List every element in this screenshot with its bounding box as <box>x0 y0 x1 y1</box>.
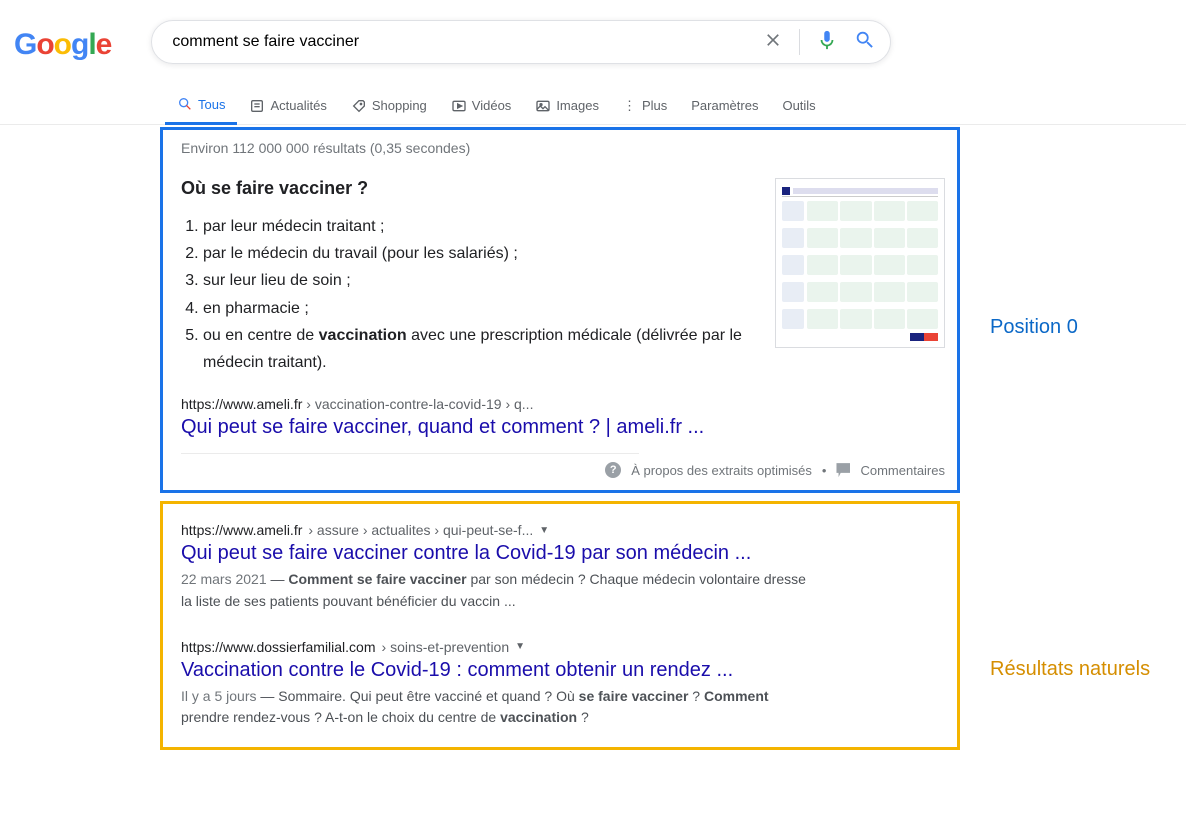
result-title[interactable]: Vaccination contre le Covid-19 : comment… <box>181 659 945 682</box>
tab-tous[interactable]: Tous <box>165 86 237 125</box>
search-box <box>151 20 891 64</box>
organic-results-box: https://www.ameli.fr › assure › actualit… <box>160 501 960 750</box>
separator <box>181 453 639 454</box>
tab-plus[interactable]: ⋮ Plus <box>611 88 679 124</box>
search-result: https://www.ameli.fr › assure › actualit… <box>181 522 945 612</box>
snippet-thumbnail[interactable] <box>775 178 945 348</box>
snippet-title: Où se faire vacciner ? <box>181 178 753 199</box>
list-item: sur leur lieu de soin ; <box>203 267 753 294</box>
google-logo[interactable]: Google <box>14 28 111 62</box>
annotation-naturals: Résultats naturels <box>990 658 1150 681</box>
tab-parametres[interactable]: Paramètres <box>679 88 770 123</box>
tab-outils[interactable]: Outils <box>770 88 827 123</box>
chevron-down-icon[interactable]: ▼ <box>515 641 525 652</box>
snippet-source-url: https://www.ameli.fr › vaccination-contr… <box>181 396 945 412</box>
divider <box>799 29 800 55</box>
more-icon: ⋮ <box>623 98 637 114</box>
result-description: Il y a 5 jours — Sommaire. Qui peut être… <box>181 686 811 729</box>
tab-videos[interactable]: Vidéos <box>439 88 524 124</box>
result-description: 22 mars 2021 — Comment se faire vacciner… <box>181 569 811 612</box>
list-item: en pharmacie ; <box>203 295 753 322</box>
result-url[interactable]: https://www.dossierfamilial.com › soins-… <box>181 639 945 655</box>
snippet-list: par leur médecin traitant ; par le médec… <box>181 213 753 376</box>
tabs-bar: Tous Actualités Shopping Vidéos Images ⋮… <box>165 86 1186 125</box>
snippet-source-title[interactable]: Qui peut se faire vacciner, quand et com… <box>181 416 945 439</box>
info-icon[interactable]: ? <box>605 462 621 478</box>
featured-snippet-box: Environ 112 000 000 résultats (0,35 seco… <box>160 127 960 493</box>
tab-label: Vidéos <box>472 98 512 113</box>
search-input[interactable] <box>172 33 763 51</box>
tab-label: Shopping <box>372 98 427 113</box>
tab-label: Tous <box>198 97 225 112</box>
tab-label: Plus <box>642 98 667 113</box>
tab-label: Paramètres <box>691 98 758 113</box>
tab-label: Actualités <box>270 98 326 113</box>
tab-actualites[interactable]: Actualités <box>237 88 338 124</box>
dot-icon: • <box>822 463 827 478</box>
result-url[interactable]: https://www.ameli.fr › assure › actualit… <box>181 522 945 538</box>
list-item: par leur médecin traitant ; <box>203 213 753 240</box>
tab-label: Images <box>556 98 599 113</box>
search-icon[interactable] <box>854 29 876 56</box>
about-snippets-link[interactable]: À propos des extraits optimisés <box>631 463 812 478</box>
chevron-down-icon[interactable]: ▼ <box>539 525 549 536</box>
mic-icon[interactable] <box>816 29 838 56</box>
tab-images[interactable]: Images <box>523 88 611 124</box>
comments-link[interactable]: Commentaires <box>860 463 945 478</box>
clear-icon[interactable] <box>763 30 783 55</box>
tab-shopping[interactable]: Shopping <box>339 88 439 124</box>
comment-icon <box>836 463 850 477</box>
tab-label: Outils <box>782 98 815 113</box>
result-stats: Environ 112 000 000 résultats (0,35 seco… <box>181 140 945 156</box>
result-title[interactable]: Qui peut se faire vacciner contre la Cov… <box>181 542 945 565</box>
list-item: par le médecin du travail (pour les sala… <box>203 240 753 267</box>
list-item: ou en centre de vaccination avec une pre… <box>203 322 753 376</box>
annotation-position-0: Position 0 <box>990 316 1078 339</box>
search-result: https://www.dossierfamilial.com › soins-… <box>181 639 945 729</box>
